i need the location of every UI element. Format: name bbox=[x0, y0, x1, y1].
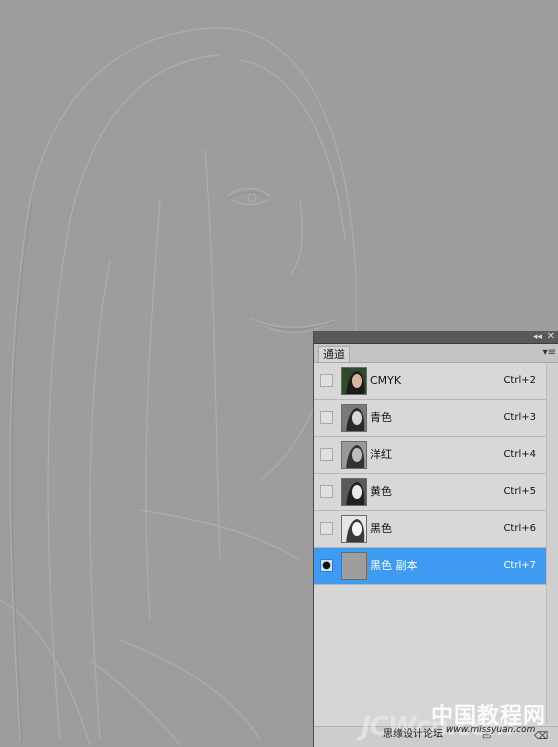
channel-row-cmyk[interactable]: CMYK Ctrl+2 bbox=[314, 363, 546, 400]
channel-label: 青色 bbox=[370, 411, 392, 424]
channel-row-cyan[interactable]: 青色 Ctrl+3 bbox=[314, 400, 546, 437]
visibility-toggle[interactable] bbox=[320, 522, 333, 535]
channel-shortcut: Ctrl+3 bbox=[503, 412, 536, 423]
channel-shortcut: Ctrl+4 bbox=[503, 449, 536, 460]
channel-thumbnail-black bbox=[341, 515, 367, 543]
panel-title-bar[interactable]: ◂◂ ✕ bbox=[314, 331, 558, 344]
channel-list: CMYK Ctrl+2 青色 Ctrl+3 洋红 Ctrl+4 黄色 Ctrl+… bbox=[314, 363, 546, 585]
channel-label: CMYK bbox=[370, 374, 402, 387]
channel-label: 黑色 bbox=[370, 522, 392, 535]
channel-thumbnail-yellow bbox=[341, 478, 367, 506]
channel-label: 黄色 bbox=[370, 485, 392, 498]
channel-shortcut: Ctrl+5 bbox=[503, 486, 536, 497]
channel-thumbnail-cmyk bbox=[341, 367, 367, 395]
channel-shortcut: Ctrl+6 bbox=[503, 523, 536, 534]
watermark-url: www.missyuan.com bbox=[446, 725, 536, 735]
delete-channel-icon[interactable]: ⌫ bbox=[534, 731, 548, 743]
visibility-toggle[interactable]: ● bbox=[320, 559, 333, 572]
visibility-toggle[interactable] bbox=[320, 448, 333, 461]
panel-scrollbar[interactable] bbox=[546, 363, 558, 725]
channel-row-black-copy[interactable]: ● 黑色 副本 Ctrl+7 bbox=[314, 548, 546, 585]
channel-row-yellow[interactable]: 黄色 Ctrl+5 bbox=[314, 474, 546, 511]
panel-tab-bar: 通道 ▾≡ bbox=[314, 344, 558, 363]
channel-row-black[interactable]: 黑色 Ctrl+6 bbox=[314, 511, 546, 548]
channel-row-magenta[interactable]: 洋红 Ctrl+4 bbox=[314, 437, 546, 474]
visibility-toggle[interactable] bbox=[320, 411, 333, 424]
channel-thumbnail-cyan bbox=[341, 404, 367, 432]
tab-channels[interactable]: 通道 bbox=[318, 346, 350, 362]
visibility-toggle[interactable] bbox=[320, 374, 333, 387]
channel-shortcut: Ctrl+7 bbox=[503, 560, 536, 571]
eye-icon: ● bbox=[322, 560, 331, 571]
channel-label: 黑色 副本 bbox=[370, 559, 418, 572]
channels-panel: ◂◂ ✕ 通道 ▾≡ CMYK Ctrl+2 青色 Ctrl+3 洋红 Ctrl… bbox=[313, 331, 558, 747]
channel-shortcut: Ctrl+2 bbox=[503, 375, 536, 386]
close-icon[interactable]: ✕ bbox=[547, 331, 555, 343]
watermark-site-name: 思缘设计论坛 bbox=[383, 729, 443, 740]
channel-label: 洋红 bbox=[370, 448, 392, 461]
channel-thumbnail-black-copy bbox=[341, 552, 367, 580]
panel-menu-icon[interactable]: ▾≡ bbox=[543, 347, 556, 359]
channel-thumbnail-magenta bbox=[341, 441, 367, 469]
visibility-toggle[interactable] bbox=[320, 485, 333, 498]
collapse-icon[interactable]: ◂◂ bbox=[533, 331, 542, 343]
